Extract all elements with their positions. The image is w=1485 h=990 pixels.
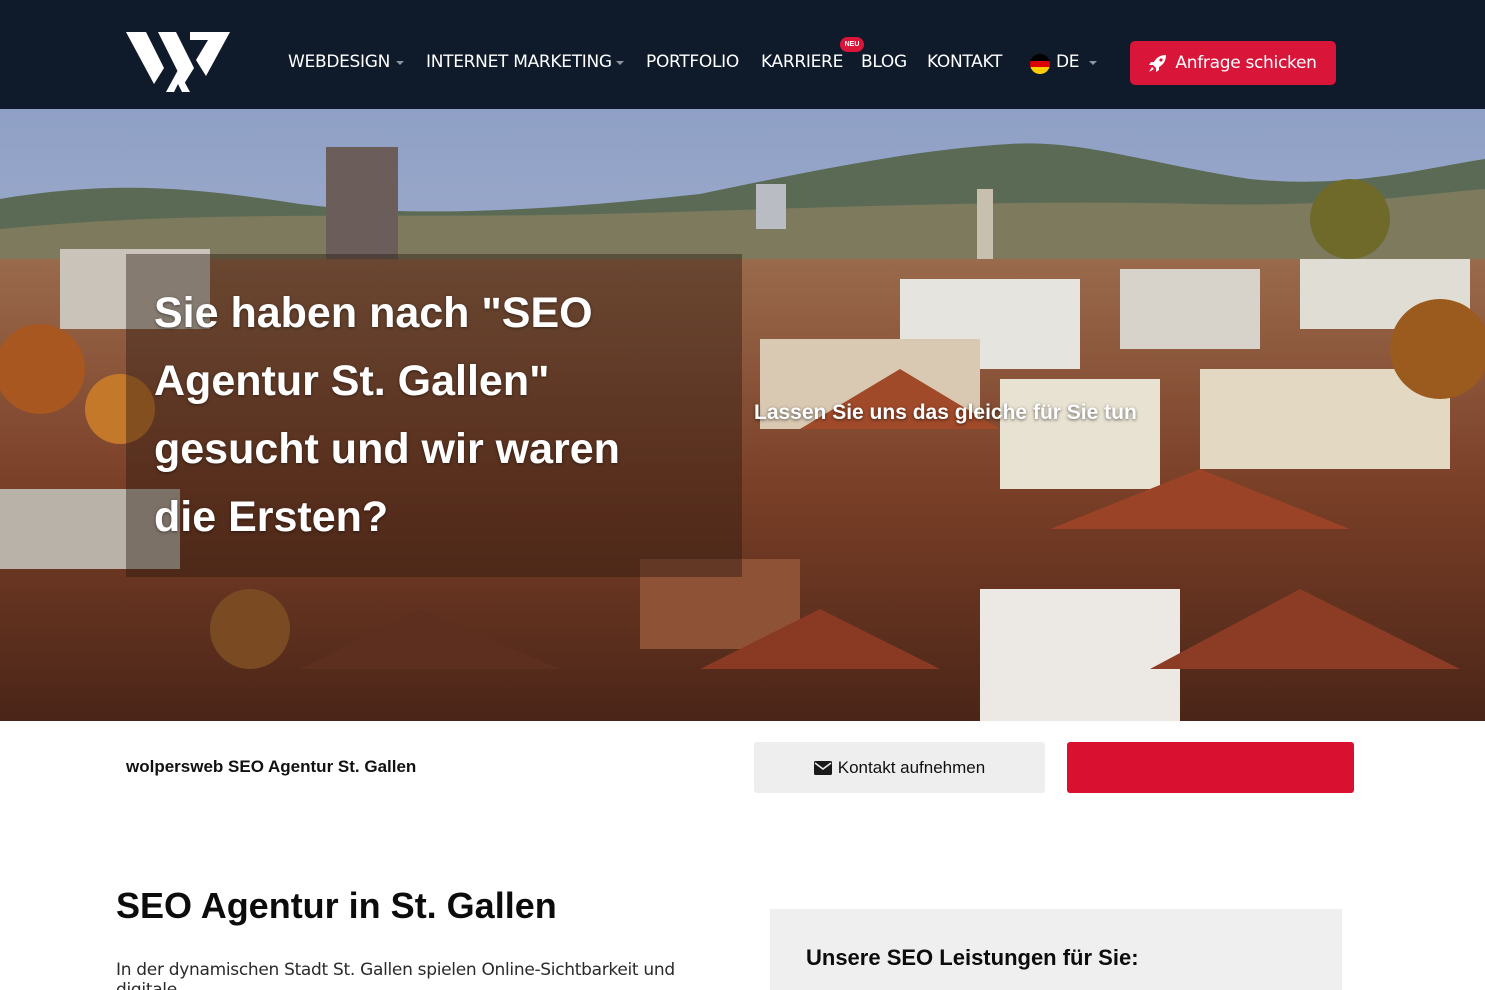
agency-name-label: wolpersweb SEO Agentur St. Gallen (126, 757, 417, 776)
nav-item-blog[interactable]: BLOG (861, 52, 907, 72)
request-button-label: Anfrage schicken (1175, 53, 1317, 73)
rocket-icon (1149, 55, 1167, 72)
section-title: SEO Agentur in St. Gallen (116, 885, 557, 926)
site-header: WEBDESIGN INTERNET MARKETING PORTFOLIO K… (0, 0, 1485, 109)
hero-title: Sie haben nach "SEO Agentur St. Gallen" … (154, 289, 620, 541)
contact-button[interactable]: Kontakt aufnehmen (754, 742, 1045, 793)
call-to-action-button[interactable] (1067, 742, 1354, 793)
hero-section: Sie haben nach "SEO Agentur St. Gallen" … (0, 109, 1485, 721)
hero-subtitle: Lassen Sie uns das gleiche für Sie tun (754, 401, 1137, 424)
wolpersweb-logo-icon[interactable] (126, 30, 230, 96)
chevron-down-icon (1089, 61, 1097, 65)
nav-item-internet-marketing[interactable]: INTERNET MARKETING (426, 52, 612, 72)
section-intro-text: In der dynamischen Stadt St. Gallen spie… (116, 960, 675, 990)
chevron-down-icon (396, 61, 404, 65)
contact-button-label: Kontakt aufnehmen (837, 757, 986, 777)
nav-item-webdesign[interactable]: WEBDESIGN (288, 52, 390, 72)
request-button[interactable]: Anfrage schicken (1130, 41, 1336, 85)
new-badge: NEU (840, 37, 864, 52)
nav-item-portfolio[interactable]: PORTFOLIO (646, 52, 739, 72)
nav-item-karriere[interactable]: KARRIERE (761, 52, 843, 72)
envelope-icon (813, 760, 832, 775)
services-box: Unsere SEO Leistungen für Sie: (770, 909, 1342, 990)
germany-flag-icon[interactable] (1030, 54, 1050, 74)
services-title: Unsere SEO Leistungen für Sie: (806, 945, 1139, 970)
nav-item-kontakt[interactable]: KONTAKT (927, 52, 1002, 72)
language-selector[interactable]: DE (1056, 52, 1080, 72)
chevron-down-icon (616, 61, 624, 65)
